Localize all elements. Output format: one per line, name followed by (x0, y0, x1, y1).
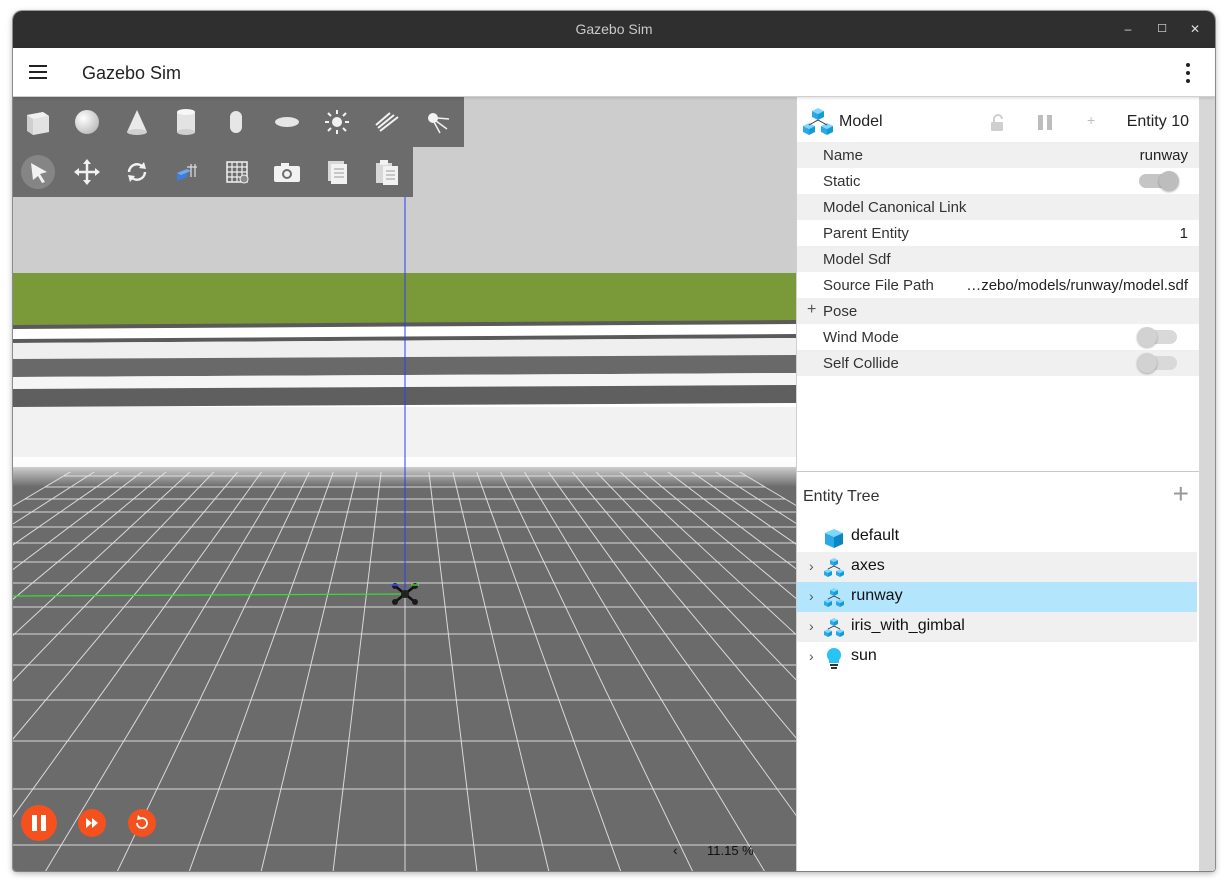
property-row-parent-entity: Parent Entity 1 (797, 220, 1199, 246)
select-arrow-icon[interactable] (21, 155, 55, 189)
tree-item-label: sun (851, 647, 877, 664)
right-panel: Model + Entity 10 Name runway Static Model … (796, 97, 1215, 871)
spot-light-icon[interactable] (370, 105, 404, 139)
shapes-toolbar (13, 97, 464, 147)
tree-item-label: axes (851, 557, 885, 574)
step-forward-button[interactable] (78, 809, 106, 837)
tree-item-iris-with-gimbal[interactable]: › iris_with_gimbal (797, 612, 1197, 642)
tree-item-default[interactable]: default (797, 522, 1197, 552)
property-value: runway (1139, 147, 1188, 164)
add-entity-button[interactable]: + (1173, 480, 1189, 508)
point-light-icon[interactable] (420, 105, 454, 139)
maximize-button[interactable]: ☐ (1153, 20, 1171, 38)
window-title: Gazebo Sim (575, 21, 653, 37)
chevron-right-icon[interactable]: › (809, 648, 814, 664)
capsule-icon[interactable] (219, 105, 253, 139)
component-title: Model (839, 113, 883, 130)
tree-item-label: default (851, 527, 900, 544)
camera-screenshot-icon[interactable] (270, 155, 304, 189)
reset-icon (136, 815, 148, 829)
tree-item-axes[interactable]: › axes (797, 552, 1197, 582)
tree-item-runway[interactable]: › runway (797, 582, 1197, 612)
paste-icon[interactable] (370, 155, 404, 189)
property-label: Name (823, 147, 864, 164)
property-label: Static (823, 173, 861, 190)
stats-collapse-arrow[interactable]: ‹ (673, 842, 678, 858)
chevron-right-icon[interactable]: › (809, 618, 814, 634)
copy-icon[interactable] (320, 155, 354, 189)
unlock-icon[interactable] (988, 113, 1008, 133)
close-button[interactable]: ✕ (1186, 20, 1204, 38)
pause-button[interactable] (21, 805, 57, 841)
grid-icon[interactable] (220, 155, 254, 189)
property-label: Parent Entity (823, 225, 909, 242)
fast-forward-icon (86, 818, 98, 828)
reset-button[interactable] (128, 809, 156, 837)
model-icon (824, 558, 844, 577)
light-bulb-icon (826, 647, 842, 669)
cone-icon[interactable] (120, 105, 154, 139)
hamburger-menu-icon[interactable] (29, 65, 47, 79)
app-bar: Gazebo Sim (13, 48, 1215, 97)
property-label: Model Canonical Link (823, 199, 967, 216)
component-inspector-header: Model + Entity 10 (797, 97, 1199, 147)
toggle-knob (1137, 353, 1157, 373)
entity-tree-title: Entity Tree (803, 488, 880, 505)
model-icon (824, 588, 844, 607)
property-row-static: Static (797, 168, 1199, 194)
rotate-icon[interactable] (120, 155, 154, 189)
self-collide-toggle[interactable] (1137, 353, 1177, 373)
chevron-right-icon[interactable]: › (809, 558, 814, 574)
property-row-source-file-path: Source File Path …zebo/models/runway/mode… (797, 272, 1199, 298)
world-cube-icon (825, 529, 843, 548)
toggle-knob (1159, 171, 1179, 191)
scene-3d-viewport[interactable]: ‹ 11.15 % (13, 97, 796, 871)
property-value: …zebo/models/runway/model.sdf (966, 277, 1188, 294)
property-label: Pose (823, 303, 858, 320)
transform-toolbar (13, 147, 413, 197)
snap-icon[interactable] (169, 155, 203, 189)
box-icon[interactable] (21, 105, 55, 139)
cylinder-icon[interactable] (169, 105, 203, 139)
model-icon (803, 108, 833, 135)
property-label: Wind Mode (823, 329, 899, 346)
tree-item-sun[interactable]: › sun (797, 642, 1197, 672)
property-label: Source File Path (823, 277, 934, 294)
pause-icon (32, 815, 46, 831)
static-toggle[interactable] (1139, 171, 1179, 191)
window-titlebar[interactable]: Gazebo Sim – ☐ ✕ (13, 11, 1215, 48)
tree-item-label: iris_with_gimbal (851, 617, 965, 634)
directional-light-icon[interactable] (320, 105, 354, 139)
expand-plus-icon[interactable]: + (807, 301, 816, 319)
property-row-self-collide: Self Collide (797, 350, 1199, 376)
kebab-menu-icon[interactable] (1185, 63, 1191, 83)
chevron-right-icon[interactable]: › (809, 588, 814, 604)
wind-mode-toggle[interactable] (1137, 327, 1177, 347)
pause-updates-icon[interactable] (1035, 113, 1055, 133)
scene-render[interactable] (13, 97, 796, 871)
ellipsoid-icon[interactable] (270, 105, 304, 139)
entity-tree-header: Entity Tree + (797, 472, 1199, 522)
entity-id-label: Entity 10 (1126, 113, 1189, 130)
property-row-wind-mode: Wind Mode (797, 324, 1199, 350)
tree-item-label: runway (851, 587, 903, 604)
property-row-model-canonical-link: Model Canonical Link (797, 194, 1199, 220)
property-row-pose[interactable]: + Pose (797, 298, 1199, 324)
property-row-name: Name runway (797, 142, 1199, 168)
sphere-icon[interactable] (70, 105, 104, 139)
app-title: Gazebo Sim (82, 63, 182, 83)
property-value: 1 (1179, 225, 1188, 242)
translate-icon[interactable] (70, 155, 104, 189)
real-time-factor-label: 11.15 % (707, 843, 754, 858)
property-label: Model Sdf (823, 251, 891, 268)
toggle-knob (1137, 327, 1157, 347)
right-panel-scrollbar[interactable] (1199, 97, 1215, 871)
add-component-button[interactable]: + (1087, 112, 1095, 128)
minimize-button[interactable]: – (1119, 20, 1137, 38)
property-row-model-sdf: Model Sdf (797, 246, 1199, 272)
app-window: Gazebo Sim – ☐ ✕ Gazebo Sim ‹ 11.15 % Mo… (13, 11, 1215, 871)
model-icon (824, 618, 844, 637)
property-label: Self Collide (823, 355, 899, 372)
